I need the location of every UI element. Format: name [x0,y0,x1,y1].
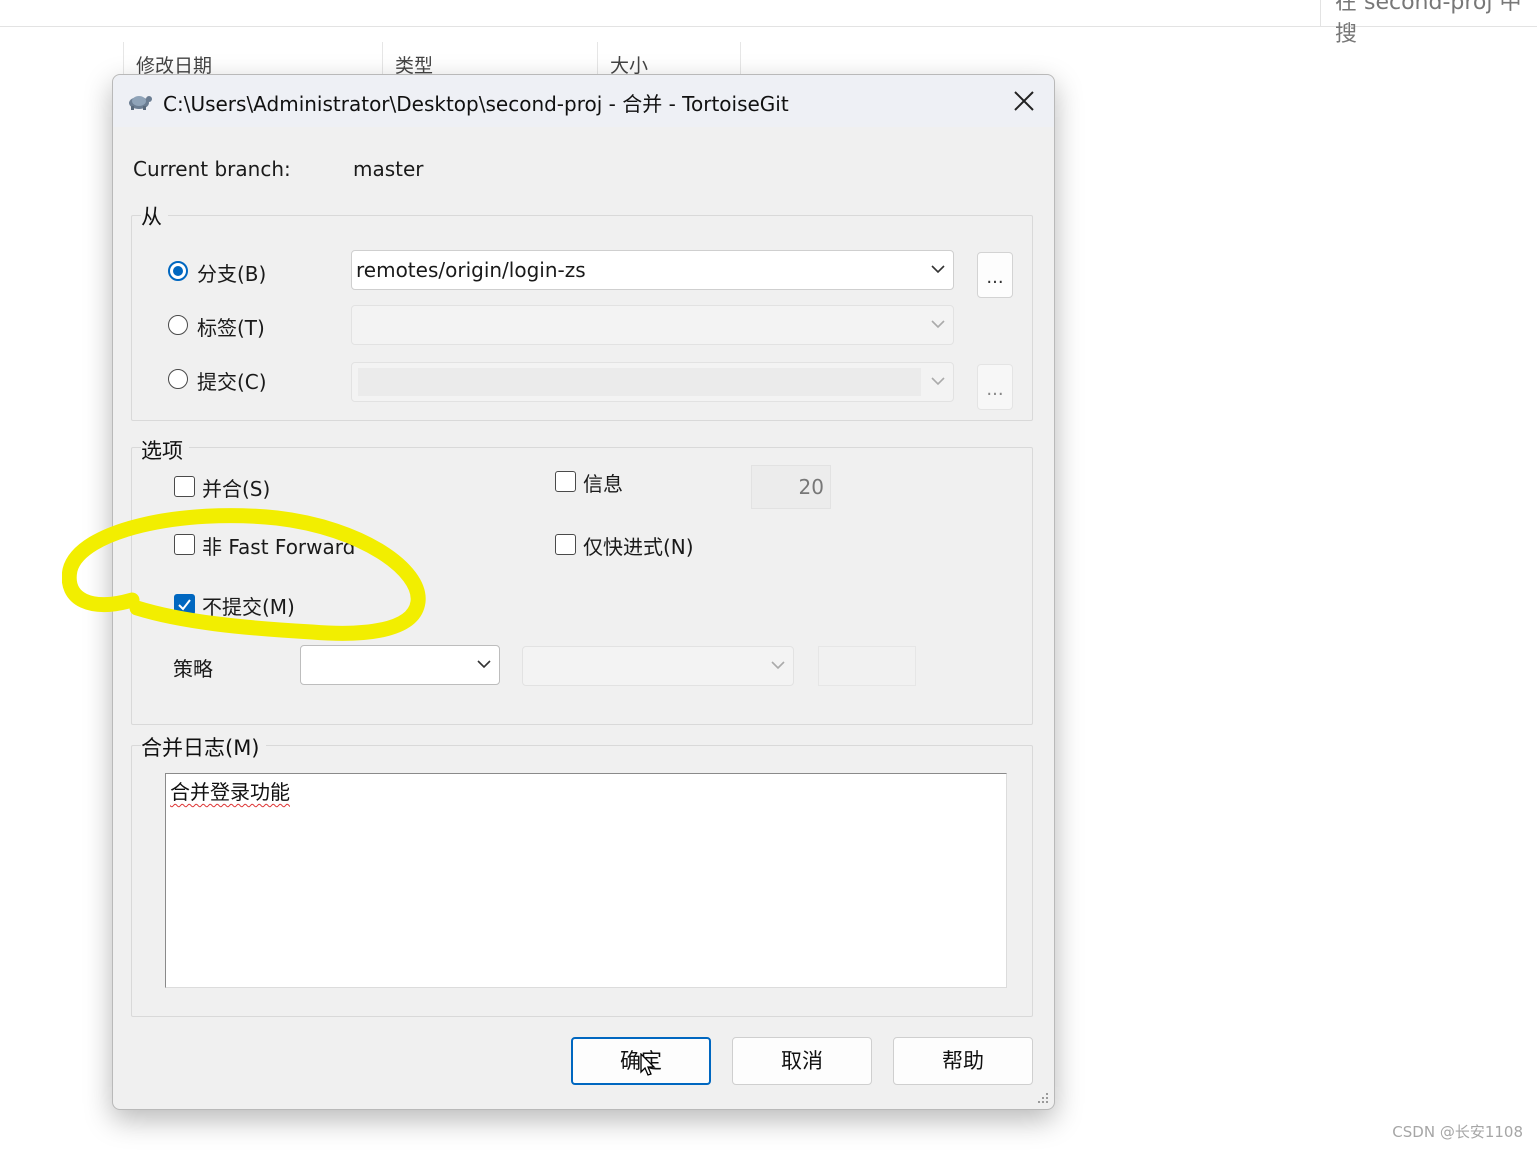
strategy-param-field[interactable] [818,646,916,686]
ff-only-checkbox[interactable] [555,534,576,555]
cancel-button[interactable]: 取消 [732,1037,872,1085]
merge-message-textarea[interactable]: 合并登录功能 [165,773,1007,988]
column-header-modified[interactable]: 修改日期 [123,42,381,78]
resize-grip-icon[interactable] [1036,1091,1050,1105]
current-branch-value: master [353,157,424,181]
dialog-title: C:\Users\Administrator\Desktop\second-pr… [163,92,789,116]
dialog-titlebar: C:\Users\Administrator\Desktop\second-pr… [113,75,1054,127]
commit-browse-button[interactable]: ... [977,364,1013,410]
branch-radio[interactable] [168,261,188,281]
chevron-down-icon [477,660,491,669]
mouse-cursor-icon [640,1053,656,1076]
close-icon [1014,91,1034,111]
close-button[interactable] [1008,85,1040,117]
no-commit-label[interactable]: 不提交(M) [202,591,295,620]
branch-radio-label[interactable]: 分支(B) [197,258,266,287]
explorer-search-box[interactable]: 在 second-proj 中搜 [1320,0,1537,47]
commit-radio-label[interactable]: 提交(C) [197,366,267,395]
merge-log-legend: 合并日志(M) [141,732,266,762]
strategy-option-combobox[interactable] [522,646,794,686]
chevron-down-icon [931,265,945,274]
no-ff-label[interactable]: 非 Fast Forward [202,531,355,560]
tag-radio[interactable] [168,315,188,335]
chevron-down-icon [931,377,945,386]
branch-combobox[interactable]: remotes/origin/login-zs [351,250,954,290]
watermark: CSDN @长安1108 [1392,1123,1523,1141]
explorer-search-text: 在 second-proj 中搜 [1335,0,1522,47]
explorer-toolbar: 在 second-proj 中搜 [0,0,1537,47]
tortoisegit-icon [129,96,152,110]
strategy-combobox[interactable] [300,645,500,685]
tag-radio-label[interactable]: 标签(T) [197,312,265,341]
commit-combobox[interactable] [351,362,954,402]
branch-browse-button[interactable]: ... [977,252,1013,298]
commit-combobox-field [358,368,921,396]
no-commit-checkbox[interactable] [174,594,195,615]
log-count-field[interactable]: 20 [751,465,831,509]
chevron-down-icon [771,661,785,670]
log-label[interactable]: 信息 [583,468,623,497]
column-header-size[interactable]: 大小 [597,42,741,78]
branch-combobox-value: remotes/origin/login-zs [356,258,586,282]
ff-only-label[interactable]: 仅快进式(N) [583,531,694,560]
column-header-type[interactable]: 类型 [382,42,595,78]
log-checkbox[interactable] [555,471,576,492]
chevron-down-icon [931,320,945,329]
options-group-legend: 选项 [141,435,189,465]
commit-radio[interactable] [168,369,188,389]
current-branch-label: Current branch: [133,157,291,181]
from-group-legend: 从 [141,201,168,231]
merge-message-text: 合并登录功能 [170,780,290,804]
tag-combobox[interactable] [351,305,954,345]
squash-checkbox[interactable] [174,476,195,497]
no-ff-checkbox[interactable] [174,534,195,555]
help-button[interactable]: 帮助 [893,1037,1033,1085]
squash-label[interactable]: 并合(S) [202,473,270,502]
strategy-label: 策略 [173,657,213,681]
checkmark-icon [178,599,191,611]
merge-dialog: C:\Users\Administrator\Desktop\second-pr… [112,74,1055,1110]
